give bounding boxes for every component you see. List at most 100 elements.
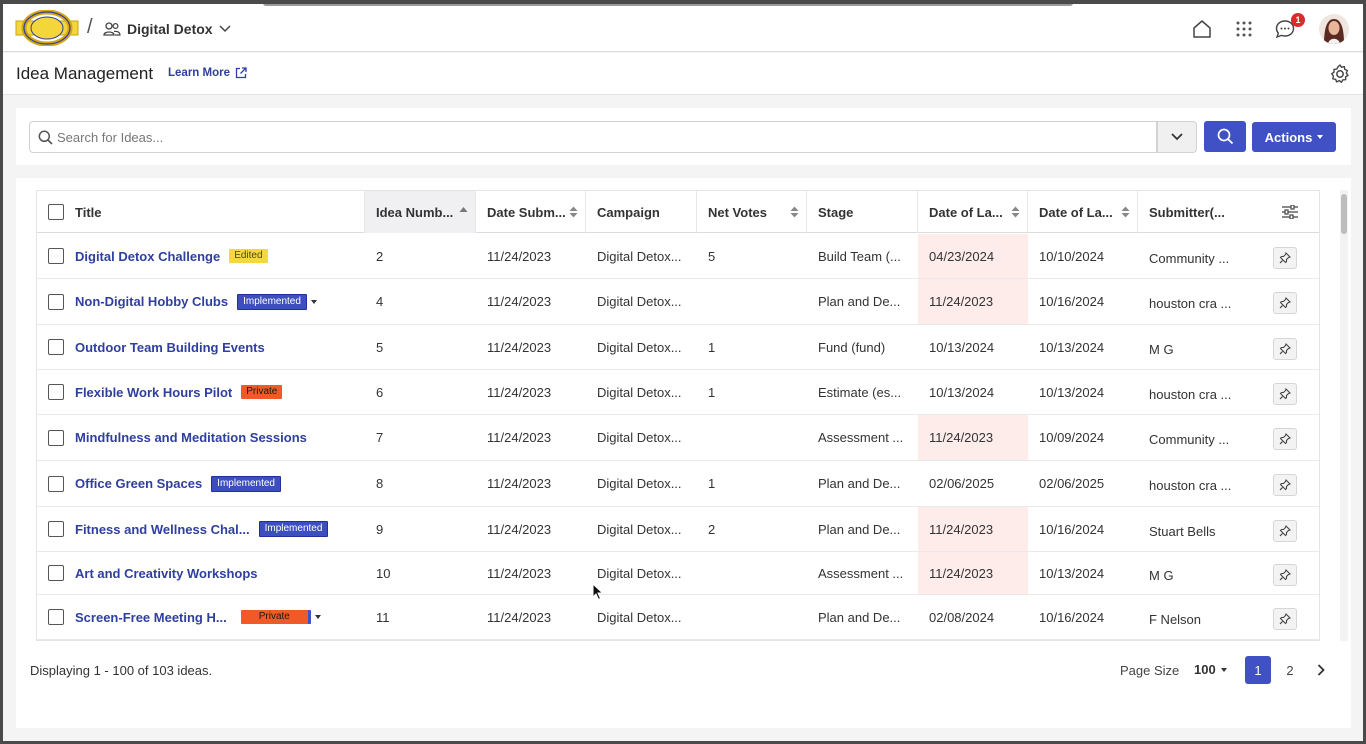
date-cell: 11/24/2023 <box>487 294 552 309</box>
column-header-idea-number[interactable]: Idea Numb... <box>365 191 476 233</box>
campaign-cell: Digital Detox... <box>597 609 682 625</box>
breadcrumb-separator: / <box>87 16 93 38</box>
idea-title-link[interactable]: Mindfulness and Meditation Sessions <box>75 430 307 445</box>
table-row[interactable]: Outdoor Team Building Events 5 11/24/2023 D… <box>37 325 1319 370</box>
idea-title-link[interactable]: Digital Detox Challenge <box>75 249 220 264</box>
apps-button[interactable] <box>1232 17 1256 41</box>
vertical-scrollbar[interactable] <box>1340 190 1348 641</box>
column-header-date-last-2[interactable]: Date of La... <box>1028 191 1138 233</box>
pin-button[interactable] <box>1273 608 1297 630</box>
pin-button[interactable] <box>1273 338 1297 360</box>
caret-down-icon <box>1220 667 1227 672</box>
table-row[interactable]: Non-Digital Hobby Clubs Implemented 4 11/24… <box>37 279 1319 325</box>
idea-title-link[interactable]: Fitness and Wellness Chal... <box>75 522 250 537</box>
votes-cell: 1 <box>708 476 716 491</box>
row-checkbox[interactable] <box>48 475 64 492</box>
date-cell: 11/24/2023 <box>487 565 552 581</box>
ideas-table: Title Idea Numb... Date Subm... Campaign… <box>36 190 1320 641</box>
actions-button[interactable]: Actions <box>1252 122 1336 152</box>
column-header-campaign[interactable]: Campaign <box>586 191 697 233</box>
column-header-date-submitted[interactable]: Date Subm... <box>476 191 586 233</box>
learn-more-link[interactable]: Learn More <box>168 67 247 79</box>
status-badge: Private <box>240 610 311 624</box>
pin-button[interactable] <box>1273 383 1297 405</box>
title-cell: Outdoor Team Building Events <box>37 325 365 369</box>
last1-cell: 10/13/2024 <box>929 339 995 355</box>
table-row[interactable]: Art and Creativity Workshops 10 11/24/2023… <box>37 552 1319 595</box>
idea-title-link[interactable]: Screen-Free Meeting H... <box>75 610 227 625</box>
column-header-stage[interactable]: Stage <box>807 191 918 233</box>
row-checkbox[interactable] <box>48 565 64 581</box>
last2-cell: 10/16/2024 <box>1039 294 1105 309</box>
last1-cell: 02/08/2024 <box>929 609 995 625</box>
pin-button[interactable] <box>1273 428 1297 450</box>
column-stage-label: Stage <box>818 204 854 220</box>
sort-icon <box>790 206 799 218</box>
idea-title-link[interactable]: Flexible Work Hours Pilot <box>75 385 232 400</box>
select-all-checkbox[interactable] <box>48 204 64 220</box>
column-header-title[interactable]: Title <box>37 191 365 233</box>
pin-button[interactable] <box>1273 474 1297 496</box>
row-checkbox[interactable] <box>48 339 64 355</box>
last2-cell: 10/13/2024 <box>1039 384 1105 400</box>
title-cell: Screen-Free Meeting H... Private <box>37 595 365 639</box>
gear-icon[interactable] <box>1328 62 1352 86</box>
column-settings-button[interactable] <box>1258 191 1319 233</box>
pin-button[interactable] <box>1273 520 1297 542</box>
idea-title-link[interactable]: Non-Digital Hobby Clubs <box>75 294 228 309</box>
page-size-select[interactable]: 100 <box>1194 662 1227 677</box>
date-cell: 11/24/2023 <box>487 339 552 355</box>
actions-label: Actions <box>1264 129 1313 145</box>
row-checkbox[interactable] <box>48 293 64 310</box>
column-header-submitter[interactable]: Submitter(... <box>1138 191 1258 233</box>
table-row[interactable]: Flexible Work Hours Pilot Private 6 11/24/2… <box>37 370 1319 415</box>
search-input[interactable] <box>57 122 1147 152</box>
row-checkbox[interactable] <box>48 521 64 537</box>
home-button[interactable] <box>1190 17 1214 41</box>
column-header-date-last-1[interactable]: Date of La... <box>918 191 1028 233</box>
table-row[interactable]: Mindfulness and Meditation Sessions 7 11/2… <box>37 415 1319 461</box>
pin-button[interactable] <box>1273 292 1297 314</box>
last2-cell: 10/13/2024 <box>1039 339 1105 355</box>
row-checkbox[interactable] <box>48 384 64 400</box>
votes-cell: 2 <box>708 521 716 537</box>
workspace-selector[interactable]: Digital Detox <box>103 18 231 40</box>
search-button[interactable] <box>1204 121 1246 152</box>
page-button-2[interactable]: 2 <box>1277 656 1303 684</box>
sliders-icon <box>1281 205 1298 219</box>
submitter-cell: M G <box>1149 567 1174 583</box>
learn-more-label: Learn More <box>168 67 230 79</box>
number-cell: 4 <box>376 294 384 309</box>
row-checkbox[interactable] <box>48 609 64 625</box>
idea-title-link[interactable]: Office Green Spaces <box>75 476 202 491</box>
column-header-net-votes[interactable]: Net Votes <box>697 191 807 233</box>
table-header: Title Idea Numb... Date Subm... Campaign… <box>37 191 1319 233</box>
row-checkbox[interactable] <box>48 248 64 264</box>
user-avatar[interactable] <box>1319 14 1349 44</box>
sort-icon <box>1011 206 1020 218</box>
table-row[interactable]: Office Green Spaces Implemented 8 11/24/202… <box>37 461 1319 507</box>
next-page-button[interactable] <box>1308 656 1334 684</box>
pin-button[interactable] <box>1273 247 1297 269</box>
idea-title-link[interactable]: Art and Creativity Workshops <box>75 566 258 581</box>
campaign-cell: Digital Detox... <box>597 294 682 309</box>
search-options-dropdown[interactable] <box>1157 121 1197 153</box>
search-panel: Actions <box>16 108 1351 165</box>
table-row[interactable]: Screen-Free Meeting H... Private 11 11/24/2… <box>37 595 1319 640</box>
tag-dropdown-icon[interactable] <box>310 299 317 304</box>
tag-dropdown-icon[interactable] <box>314 615 321 619</box>
table-row[interactable]: Fitness and Wellness Chal... Implemented 9… <box>37 507 1319 552</box>
submitter-cell: houston cra ... <box>1149 386 1232 402</box>
page-button-1[interactable]: 1 <box>1245 656 1271 684</box>
sort-ascending-icon <box>459 207 468 212</box>
pin-button[interactable] <box>1273 564 1297 586</box>
table-row[interactable]: Digital Detox Challenge Edited 2 11/24/2023… <box>37 234 1319 279</box>
last1-cell: 02/06/2025 <box>929 476 995 491</box>
brand-logo[interactable] <box>15 10 79 46</box>
row-checkbox[interactable] <box>48 429 64 446</box>
idea-title-link[interactable]: Outdoor Team Building Events <box>75 340 265 355</box>
last2-cell: 02/06/2025 <box>1039 476 1105 491</box>
scrollbar-thumb[interactable] <box>1341 194 1347 234</box>
status-badge: Implemented <box>258 521 329 537</box>
pin-icon <box>1279 433 1291 445</box>
